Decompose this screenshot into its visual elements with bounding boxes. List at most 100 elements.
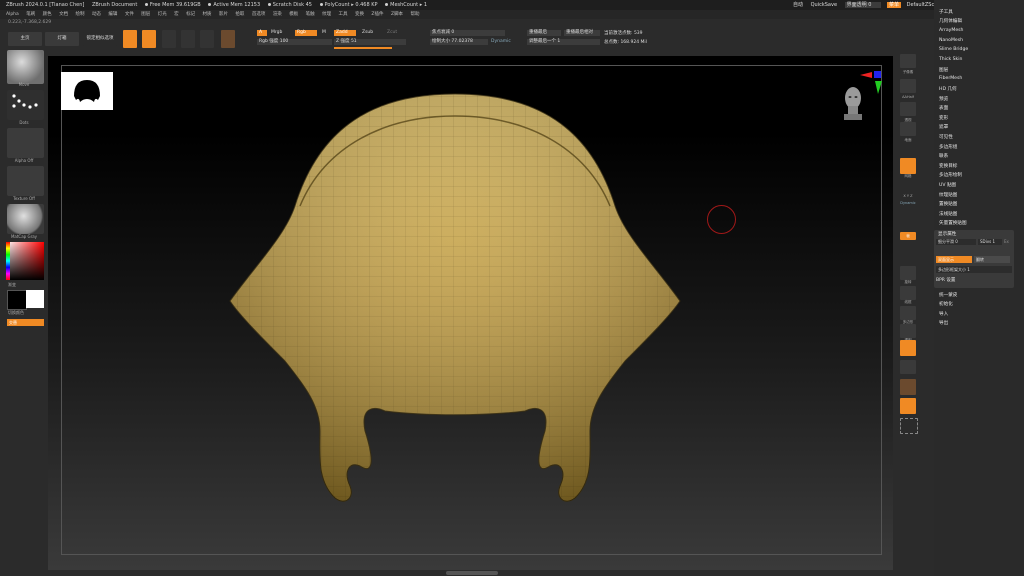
- mrgb-button[interactable]: Mrgb: [269, 30, 293, 36]
- fibermesh-item[interactable]: FiberMesh: [939, 76, 962, 81]
- rotate-view-icon[interactable]: [900, 266, 916, 280]
- menu-draw[interactable]: 绘制: [76, 12, 85, 17]
- subtool-item[interactable]: 子工具: [939, 9, 953, 15]
- adjust-last-slider[interactable]: 调整最后一个 1: [527, 39, 600, 45]
- brush-thumbnail[interactable]: [7, 50, 44, 84]
- nanomesh-item[interactable]: NanoMesh: [939, 38, 963, 43]
- menu-edit[interactable]: 编辑: [108, 12, 117, 17]
- xpose-icon[interactable]: [900, 398, 916, 414]
- initialize-item[interactable]: 初始化: [939, 301, 953, 307]
- zsub-button[interactable]: Zsub: [360, 30, 380, 36]
- sdivs-slider[interactable]: SDivs 1: [978, 239, 1002, 245]
- menu-movie[interactable]: 影片: [219, 12, 228, 17]
- material-icon[interactable]: [900, 379, 916, 395]
- menu-document[interactable]: 文档: [59, 12, 68, 17]
- menu-picker[interactable]: 拾取: [235, 12, 244, 17]
- arraymesh-item[interactable]: ArrayMesh: [939, 28, 963, 33]
- quicksave-button[interactable]: QuickSave: [811, 2, 837, 8]
- texture-map-item[interactable]: 纹理贴图: [939, 192, 957, 198]
- polyframe-size-slider[interactable]: 多边形框架大小 1: [936, 266, 1012, 273]
- unified-skin-item[interactable]: 统一蒙皮: [939, 292, 957, 298]
- axis-gizmo-icon[interactable]: [860, 70, 884, 96]
- main-color-swatch[interactable]: [7, 290, 27, 310]
- rotate-icon[interactable]: [200, 30, 214, 48]
- z-intensity-slider[interactable]: Z 强度 51: [334, 39, 406, 45]
- spotlight-button[interactable]: 锁定相似选项: [83, 32, 117, 46]
- polypaint-item[interactable]: 多边形绘制: [939, 172, 962, 178]
- deformation-item[interactable]: 变形: [939, 115, 948, 121]
- menu-texture[interactable]: 纹理: [322, 12, 331, 17]
- menu-tool[interactable]: 工具: [339, 12, 348, 17]
- edit-icon[interactable]: [123, 30, 137, 48]
- material-thumbnail[interactable]: [7, 204, 44, 234]
- menus-button[interactable]: 菜单: [887, 2, 902, 8]
- alternate-button[interactable]: 交替: [7, 319, 44, 326]
- dynamic-toggle[interactable]: Dynamic: [489, 39, 511, 45]
- surface-item[interactable]: 表面: [939, 105, 948, 111]
- normal-map-item[interactable]: 法线贴图: [939, 211, 957, 217]
- morph-target-item[interactable]: 变换目标: [939, 163, 957, 169]
- menu-color[interactable]: 颜色: [43, 12, 52, 17]
- preview-item[interactable]: 预览: [939, 96, 948, 102]
- replay-last-button[interactable]: 重播最后: [527, 30, 561, 36]
- floor-icon[interactable]: [900, 122, 916, 136]
- rgb-intensity-slider[interactable]: Rgb 强度 100: [257, 39, 332, 45]
- auto-label[interactable]: 自动: [793, 2, 803, 8]
- hd-geometry-item[interactable]: HD 几何: [939, 86, 957, 92]
- gyro-icon[interactable]: [240, 30, 254, 48]
- symmetry-icon[interactable]: [412, 30, 426, 48]
- menu-brush[interactable]: 笔刷: [26, 12, 35, 17]
- export-item[interactable]: 导出: [939, 320, 948, 326]
- menu-render[interactable]: 渲染: [273, 12, 282, 17]
- ex-button[interactable]: Ex: [1004, 239, 1012, 245]
- geometry-item[interactable]: 几何体编辑: [939, 18, 962, 24]
- replay-icon[interactable]: [509, 30, 523, 48]
- solo-icon[interactable]: [900, 360, 916, 374]
- dsmooth-slider[interactable]: 细分平滑 0: [936, 239, 976, 245]
- display-properties-header[interactable]: 显示属性: [938, 231, 956, 237]
- menu-alpha[interactable]: Alpha: [6, 12, 19, 17]
- menu-macro[interactable]: 宏: [174, 12, 179, 17]
- secondary-color-swatch[interactable]: [26, 290, 44, 308]
- scale-icon[interactable]: [181, 30, 195, 48]
- menu-transform[interactable]: 变换: [355, 12, 364, 17]
- uv-map-item[interactable]: UV 贴图: [939, 182, 956, 188]
- focal-shift-slider[interactable]: 焦点衰减 0: [430, 30, 505, 36]
- menu-dynamics[interactable]: 动态: [92, 12, 101, 17]
- wireframe-icon[interactable]: [900, 286, 916, 300]
- replay-last-relative-button[interactable]: 重播最后相对: [564, 30, 600, 36]
- select-rect-icon[interactable]: [900, 418, 918, 434]
- contact-item[interactable]: 联系: [939, 153, 948, 159]
- draw-icon[interactable]: [142, 30, 156, 48]
- aahalf-icon[interactable]: [900, 79, 916, 93]
- polygroups-item[interactable]: 多边形组: [939, 144, 957, 150]
- alpha-thumbnail[interactable]: [7, 128, 44, 158]
- xyz-icon[interactable]: [900, 180, 916, 194]
- visibility-item[interactable]: 可见性: [939, 134, 953, 140]
- material-sphere-icon[interactable]: [221, 30, 235, 48]
- hair-mesh-model[interactable]: [225, 86, 685, 526]
- lock-icon[interactable]: [900, 214, 916, 228]
- zadd-button[interactable]: Zadd: [334, 30, 356, 36]
- menu-help[interactable]: 帮助: [410, 12, 419, 17]
- transp-icon[interactable]: [900, 324, 916, 338]
- menu-file[interactable]: 文件: [125, 12, 134, 17]
- menu-preferences[interactable]: 首选项: [252, 12, 266, 17]
- hue-strip[interactable]: [6, 242, 10, 280]
- a-toggle[interactable]: A: [257, 30, 267, 36]
- menu-layer[interactable]: 图层: [141, 12, 150, 17]
- import-item[interactable]: 导入: [939, 311, 948, 317]
- m-button[interactable]: M: [320, 30, 330, 36]
- menu-stroke[interactable]: 笔触: [306, 12, 315, 17]
- zcut-button[interactable]: Zcut: [385, 30, 405, 36]
- stroke-thumbnail[interactable]: [7, 90, 44, 120]
- bpr-settings-item[interactable]: BPR 设置: [936, 277, 955, 283]
- bottom-tray-handle[interactable]: [446, 571, 498, 575]
- vector-displacement-item[interactable]: 矢量置换贴图: [939, 220, 967, 226]
- rgb-button[interactable]: Rgb: [295, 30, 317, 36]
- move-icon[interactable]: [162, 30, 176, 48]
- thick-skin-item[interactable]: Thick Skin: [939, 57, 962, 62]
- layers-item[interactable]: 图层: [939, 67, 948, 73]
- ghost-icon[interactable]: [900, 340, 916, 356]
- grid-icon[interactable]: [900, 158, 916, 174]
